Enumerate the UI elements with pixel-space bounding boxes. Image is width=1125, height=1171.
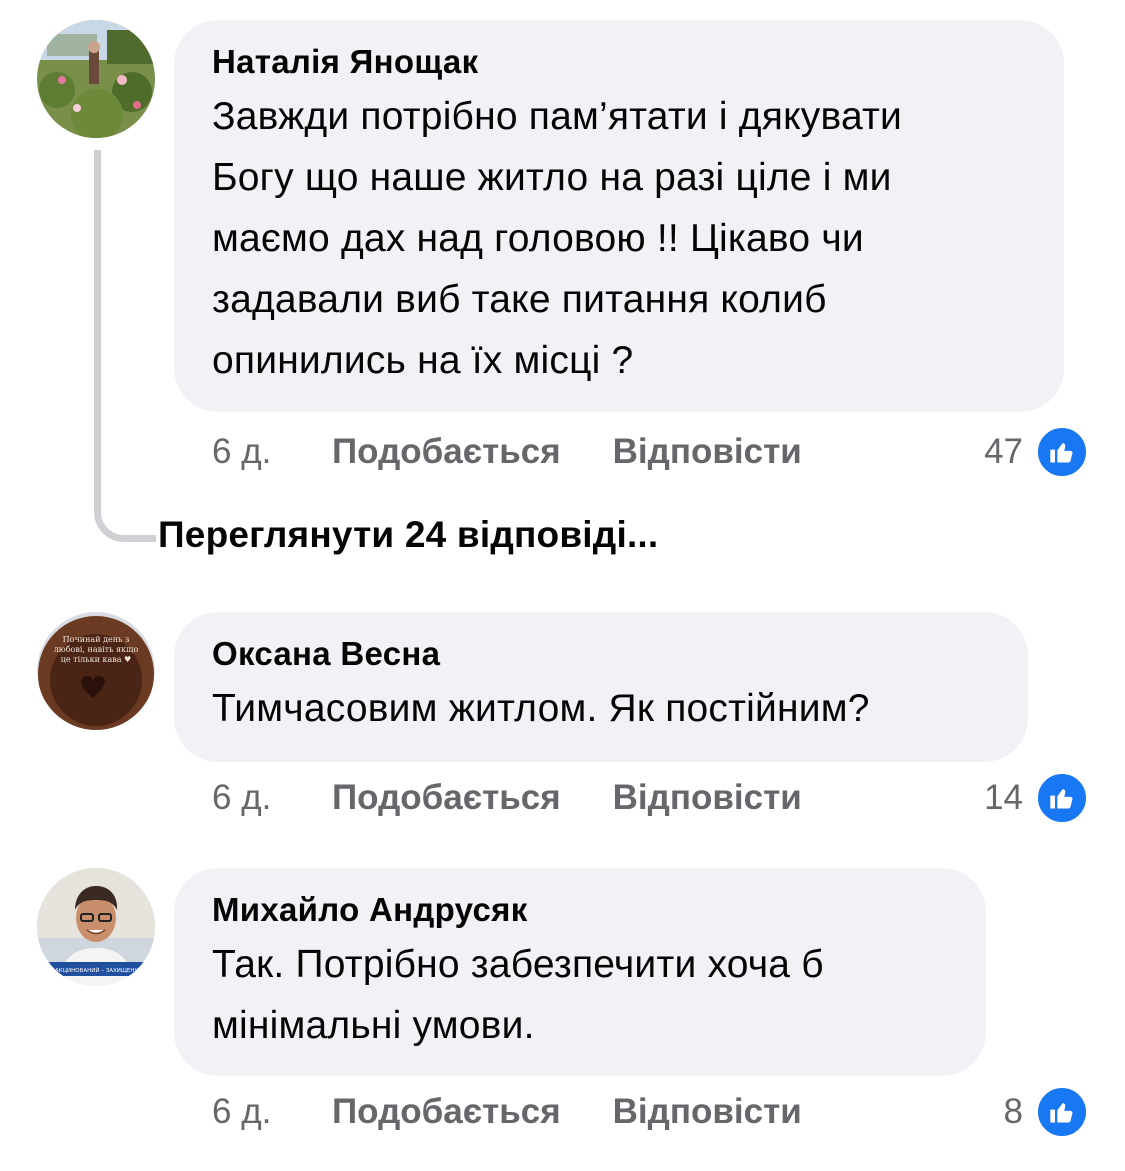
like-button[interactable]: Подобається [332,432,561,472]
comment-author[interactable]: Оксана Весна [212,634,990,674]
comment-timestamp[interactable]: 6 д. [212,778,332,818]
comment-text: Тимчасовим житлом. Як постійним? [212,678,990,739]
comment-timestamp[interactable]: 6 д. [212,1092,332,1132]
reply-thread-line [94,150,156,542]
comment-bubble: Михайло Андрусяк Так. Потрібно забезпечи… [174,868,986,1076]
comment-timestamp[interactable]: 6 д. [212,432,332,472]
comment-text-line: мінімальні умови. [212,1004,535,1047]
comment-actions: 6 д. Подобається Відповісти 47 [212,425,1089,479]
reply-button[interactable]: Відповісти [613,778,802,818]
comment-text: Завжди потрібно пам’ятати і дякувати Бог… [212,86,1026,391]
reaction-count[interactable]: 8 [1004,1092,1023,1132]
reply-button[interactable]: Відповісти [613,1092,802,1132]
reply-button[interactable]: Відповісти [613,432,802,472]
comment-actions: 6 д. Подобається Відповісти 8 [212,1085,1089,1139]
thumbs-up-icon[interactable] [1035,771,1089,825]
like-button[interactable]: Подобається [332,778,561,818]
comment-bubble: Наталія Янощак Завжди потрібно пам’ятати… [174,20,1064,412]
comment-author[interactable]: Михайло Андрусяк [212,890,948,930]
avatar-image-garden [37,20,155,138]
comment-text-line: Так. Потрібно забезпечити хоча б [212,943,824,986]
reaction-count[interactable]: 47 [984,432,1023,472]
avatar-image-portrait: ВАКЦИНОВАНИЙ – ЗАХИЩЕНИЙ [37,868,155,986]
avatar-caption: любові, навіть якщо [54,645,139,654]
comment-text-line: маємо дах над головою !! Цікаво чи [212,217,864,260]
comment-text-line: Тимчасовим житлом. Як постійним? [212,687,870,730]
comment-text-line: Завжди потрібно пам’ятати і дякувати [212,95,903,138]
comment-text-line: опинились на їх місці ? [212,339,634,382]
avatar-caption: Починай день з [63,635,130,644]
comment-actions: 6 д. Подобається Відповісти 14 [212,771,1089,825]
comment-text: Так. Потрібно забезпечити хоча б мінімал… [212,934,948,1056]
avatar-image-coffee: Починай день з любові, навіть якщо це ті… [37,612,155,730]
comment-bubble: Оксана Весна Тимчасовим житлом. Як пості… [174,612,1028,762]
avatar-natalia[interactable] [37,20,155,138]
view-replies-link[interactable]: Переглянути 24 відповіді... [158,514,658,556]
avatar-caption: це тільки кава ♥ [61,655,131,664]
avatar-banner-text: ВАКЦИНОВАНИЙ – ЗАХИЩЕНИЙ [51,967,142,974]
comment-author[interactable]: Наталія Янощак [212,42,1026,82]
reaction-count[interactable]: 14 [984,778,1023,818]
avatar-oksana[interactable]: Починай день з любові, навіть якщо це ті… [37,612,155,730]
thumbs-up-icon[interactable] [1035,425,1089,479]
like-button[interactable]: Подобається [332,1092,561,1132]
thumbs-up-icon[interactable] [1035,1085,1089,1139]
comment-text-line: Богу що наше житло на разі ціле і ми [212,156,892,199]
avatar-mykhailo[interactable]: ВАКЦИНОВАНИЙ – ЗАХИЩЕНИЙ [37,868,155,986]
comment-text-line: задавали виб таке питання колиб [212,278,827,321]
